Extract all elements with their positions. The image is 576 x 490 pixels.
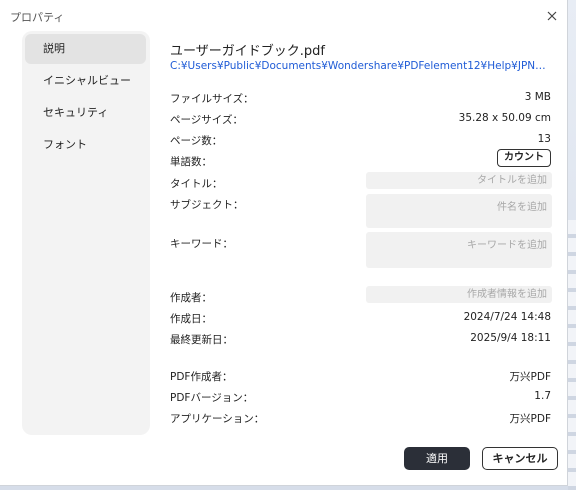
dialog-title: プロパティ <box>10 11 65 24</box>
sidebar-item-description[interactable]: 説明 <box>25 34 146 64</box>
pdf-producer-label: PDF作成者： <box>170 371 233 383</box>
apply-button[interactable]: 適用 <box>404 447 470 470</box>
pdf-producer-row: PDF作成者： 万兴PDF <box>170 367 551 385</box>
page-count-value: 13 <box>537 133 551 145</box>
properties-dialog: プロパティ 説明 イニシャルビュー セキュリティ フォント ユーザーガイドブック… <box>0 0 568 486</box>
title-input[interactable] <box>366 172 552 189</box>
page-count-row: ページ数： 13 <box>170 131 551 149</box>
sidebar: 説明 イニシャルビュー セキュリティ フォント <box>22 31 150 435</box>
author-label: 作成者： <box>170 292 212 304</box>
title-label: タイトル： <box>170 178 223 190</box>
sidebar-item-initial-view[interactable]: イニシャルビュー <box>25 66 146 96</box>
cancel-button[interactable]: キャンセル <box>482 447 558 470</box>
modified-row: 最終更新日： 2025/9/4 18:11 <box>170 330 551 348</box>
modified-label: 最終更新日： <box>170 334 233 346</box>
keywords-input[interactable] <box>366 232 552 268</box>
application-row: アプリケーション： 万兴PDF <box>170 409 551 427</box>
subject-input[interactable] <box>366 194 552 228</box>
word-count-row: 単語数： カウント <box>170 149 551 170</box>
file-size-value: 3 MB <box>524 91 551 103</box>
file-size-row: ファイルサイズ： 3 MB <box>170 89 551 107</box>
pdf-producer-value: 万兴PDF <box>509 371 551 383</box>
background-document-edge <box>568 220 576 490</box>
page-size-label: ページサイズ： <box>170 114 243 126</box>
modified-value: 2025/9/4 18:11 <box>470 332 551 344</box>
created-value: 2024/7/24 14:48 <box>463 311 551 323</box>
pdf-version-value: 1.7 <box>534 390 551 402</box>
keywords-label: キーワード： <box>170 238 233 250</box>
file-size-label: ファイルサイズ： <box>170 93 254 105</box>
pdf-version-label: PDFバージョン： <box>170 392 254 404</box>
close-icon <box>547 11 557 21</box>
created-label: 作成日： <box>170 313 212 325</box>
application-value: 万兴PDF <box>509 413 551 425</box>
file-path-link[interactable]: C:¥Users¥Public¥Documents¥Wondershare¥PD… <box>170 58 550 73</box>
application-label: アプリケーション： <box>170 413 265 425</box>
dialog-titlebar: プロパティ <box>0 0 567 32</box>
sidebar-item-security[interactable]: セキュリティ <box>25 98 146 128</box>
word-count-label: 単語数： <box>170 156 212 168</box>
sidebar-item-fonts[interactable]: フォント <box>25 130 146 160</box>
pdf-version-row: PDFバージョン： 1.7 <box>170 388 551 406</box>
author-input[interactable] <box>366 286 552 303</box>
subject-label: サブジェクト： <box>170 199 244 211</box>
file-name: ユーザーガイドブック.pdf <box>170 44 325 59</box>
page-size-row: ページサイズ： 35.28 x 50.09 cm <box>170 110 551 128</box>
created-row: 作成日： 2024/7/24 14:48 <box>170 309 551 327</box>
page-size-value: 35.28 x 50.09 cm <box>458 112 551 124</box>
count-words-button[interactable]: カウント <box>497 149 551 167</box>
close-button[interactable] <box>543 7 561 25</box>
page-count-label: ページ数： <box>170 135 223 147</box>
